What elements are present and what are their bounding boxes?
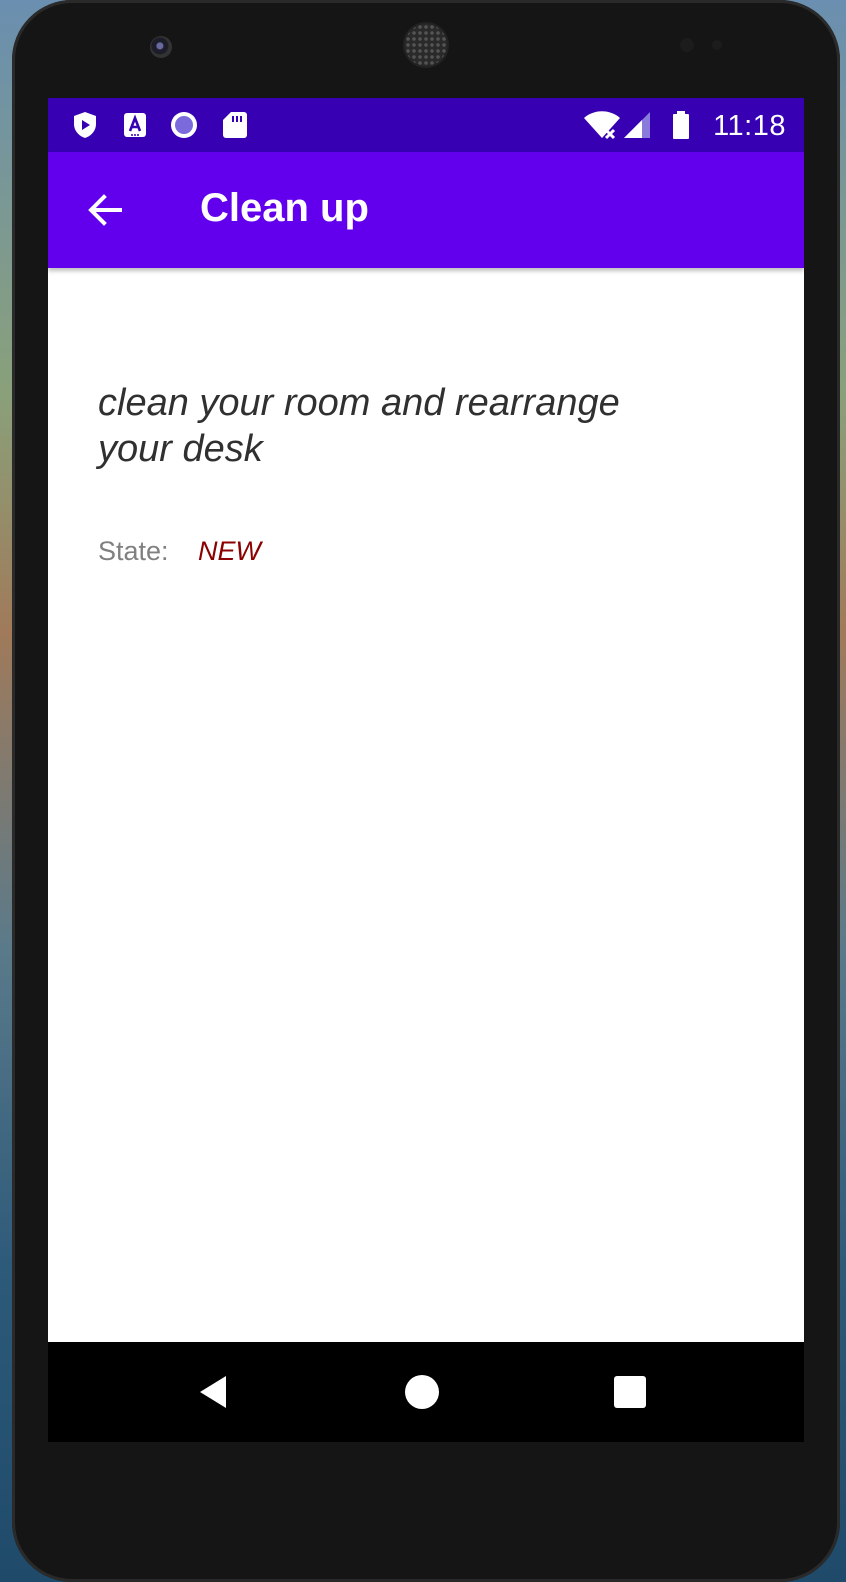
device-screen: 11:18 Clean up clean your room and rearr… [48, 98, 804, 1442]
light-sensor [712, 40, 722, 50]
sd-card-icon [223, 112, 247, 138]
font-a-icon [124, 113, 146, 137]
cell-signal-icon [624, 112, 650, 138]
state-value: NEW [198, 536, 261, 566]
state-label: State: [98, 536, 169, 566]
app-bar: Clean up [48, 152, 804, 268]
shield-play-icon [74, 112, 96, 138]
battery-icon [673, 111, 689, 139]
home-circle-icon[interactable] [402, 1372, 442, 1412]
status-time: 11:18 [713, 110, 786, 142]
back-triangle-icon[interactable] [194, 1372, 234, 1412]
task-description: clean your room and rearrange your desk [98, 382, 620, 470]
wifi-off-icon [584, 111, 620, 140]
circle-record-icon [171, 112, 197, 138]
system-nav-bar [48, 1342, 804, 1442]
proximity-sensor [680, 38, 694, 52]
front-camera [150, 36, 172, 58]
status-bar: 11:18 [48, 98, 804, 152]
arrow-back-icon[interactable] [84, 188, 128, 232]
recents-square-icon[interactable] [610, 1372, 650, 1412]
earpiece-speaker [405, 24, 447, 66]
page-title: Clean up [200, 186, 369, 230]
